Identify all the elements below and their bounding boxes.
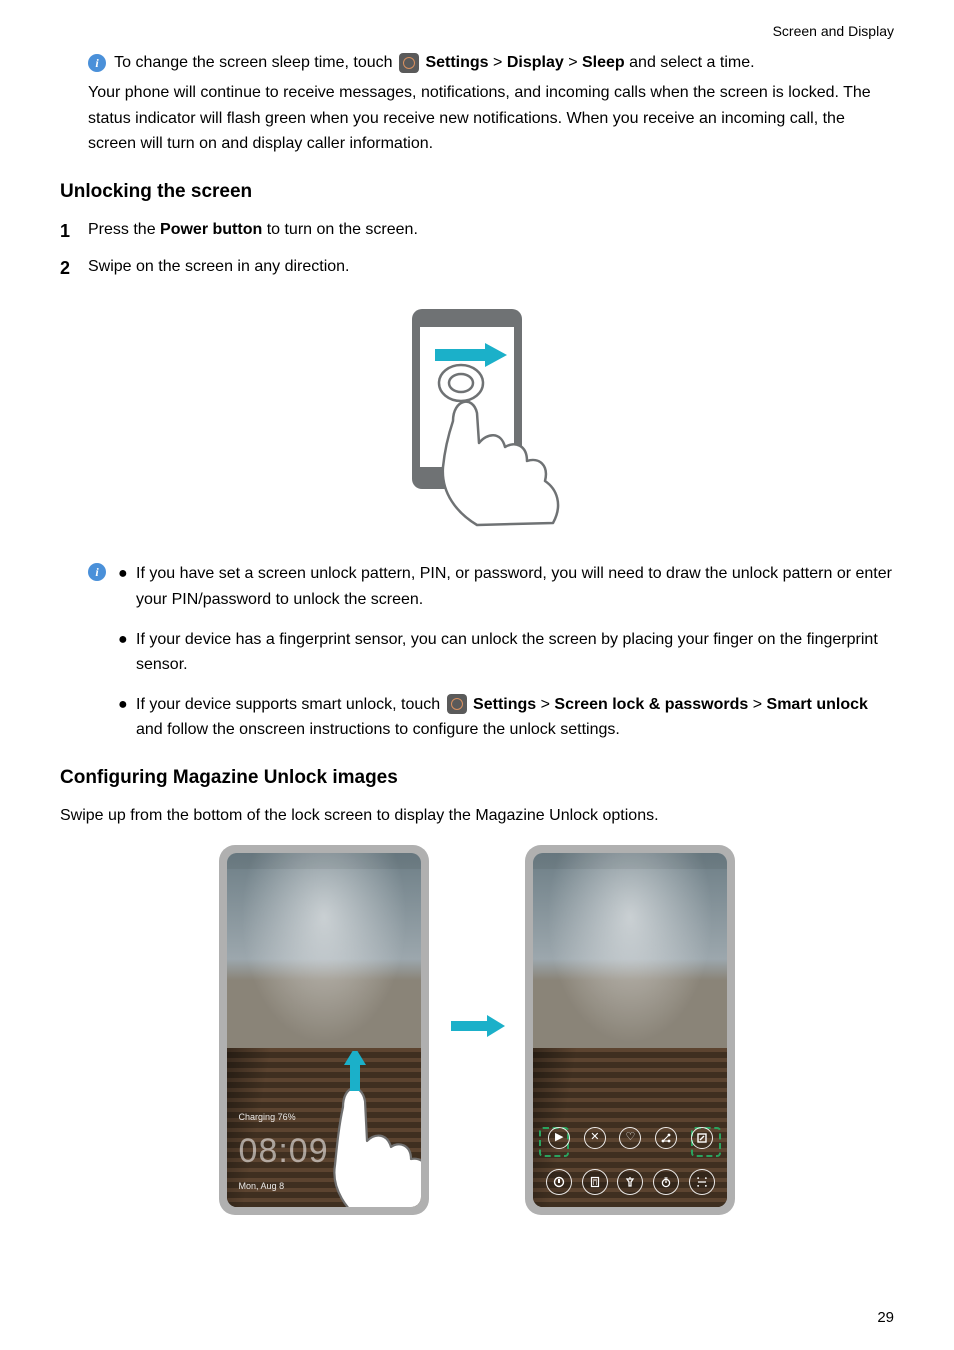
magazine-top-row: ▶ ✕ ♡	[533, 1127, 727, 1149]
heart-icon: ♡	[619, 1127, 641, 1149]
step-2: 2 Swipe on the screen in any direction.	[60, 254, 894, 283]
lock-charging-text: Charging 76%	[239, 1110, 329, 1124]
magazine-bottom-row	[533, 1169, 727, 1195]
timer-icon	[653, 1169, 679, 1195]
calculator-icon	[582, 1169, 608, 1195]
lock-date-text: Mon, Aug 8	[239, 1179, 329, 1193]
gt: >	[568, 54, 577, 71]
gt: >	[541, 696, 550, 713]
tip-text-pre: To change the screen sleep time, touch	[114, 54, 397, 71]
bullet-2-text: If your device has a fingerprint sensor,…	[136, 627, 894, 678]
share-icon	[655, 1127, 677, 1149]
bullet-3-path: Screen lock & passwords	[554, 696, 748, 713]
info-icon: i	[88, 54, 106, 72]
lock-time-text: 08:09	[239, 1124, 329, 1178]
bullet-3-post: and follow the onscreen instructions to …	[136, 721, 620, 738]
gt: >	[753, 696, 762, 713]
page-header-section: Screen and Display	[60, 20, 894, 42]
settings-app-icon	[399, 53, 419, 73]
bullet-dot: ●	[118, 561, 136, 612]
tip-text-post: and select a time.	[629, 54, 754, 71]
info-icon: i	[88, 563, 106, 581]
swipe-illustration	[60, 303, 894, 542]
play-icon: ▶	[548, 1127, 570, 1149]
bullet-3-pre: If your device supports smart unlock, to…	[136, 696, 445, 713]
step-1-bold: Power button	[160, 221, 262, 238]
bullet-dot: ●	[118, 627, 136, 678]
lockscreen-phone-right: ▶ ✕ ♡	[525, 845, 735, 1215]
bullet-3-smart: Smart unlock	[767, 696, 868, 713]
bullet-1-text: If you have set a screen unlock pattern,…	[136, 561, 894, 612]
bullet-dot: ●	[118, 692, 136, 743]
bullet-smart-unlock: ● If your device supports smart unlock, …	[118, 692, 894, 743]
recorder-icon	[546, 1169, 572, 1195]
pin-icon	[691, 1127, 713, 1149]
camera-shortcut-icon	[391, 1179, 411, 1193]
tip-settings-bold: Settings	[425, 54, 488, 71]
bullet-fingerprint: ● If your device has a fingerprint senso…	[118, 627, 894, 678]
step-1-post: to turn on the screen.	[262, 221, 418, 238]
bullet-3-settings: Settings	[473, 696, 536, 713]
step-1-pre: Press the	[88, 221, 160, 238]
section-magazine-body: Swipe up from the bottom of the lock scr…	[60, 803, 894, 829]
gt: >	[493, 54, 502, 71]
lockscreen-behavior-paragraph: Your phone will continue to receive mess…	[88, 80, 894, 157]
magazine-figure-row: Charging 76% 08:09 Mon, Aug 8	[60, 845, 894, 1215]
tip-sleep-bold: Sleep	[582, 54, 625, 71]
page-number: 29	[877, 1309, 894, 1326]
section-unlocking-title: Unlocking the screen	[60, 177, 894, 207]
scanner-icon	[689, 1169, 715, 1195]
tip-sleep-time: i To change the screen sleep time, touch…	[88, 50, 894, 76]
arrow-right-icon	[449, 1014, 505, 1047]
step-2-number: 2	[60, 254, 88, 283]
bullet-pattern-pin: ● If you have set a screen unlock patter…	[118, 561, 894, 612]
settings-app-icon	[447, 694, 467, 714]
section-magazine-title: Configuring Magazine Unlock images	[60, 763, 894, 793]
step-2-text: Swipe on the screen in any direction.	[88, 254, 894, 283]
step-1: 1 Press the Power button to turn on the …	[60, 217, 894, 246]
tip-display-bold: Display	[507, 54, 564, 71]
lockscreen-phone-left: Charging 76% 08:09 Mon, Aug 8	[219, 845, 429, 1215]
flashlight-icon	[617, 1169, 643, 1195]
close-icon: ✕	[584, 1127, 606, 1149]
step-1-number: 1	[60, 217, 88, 246]
